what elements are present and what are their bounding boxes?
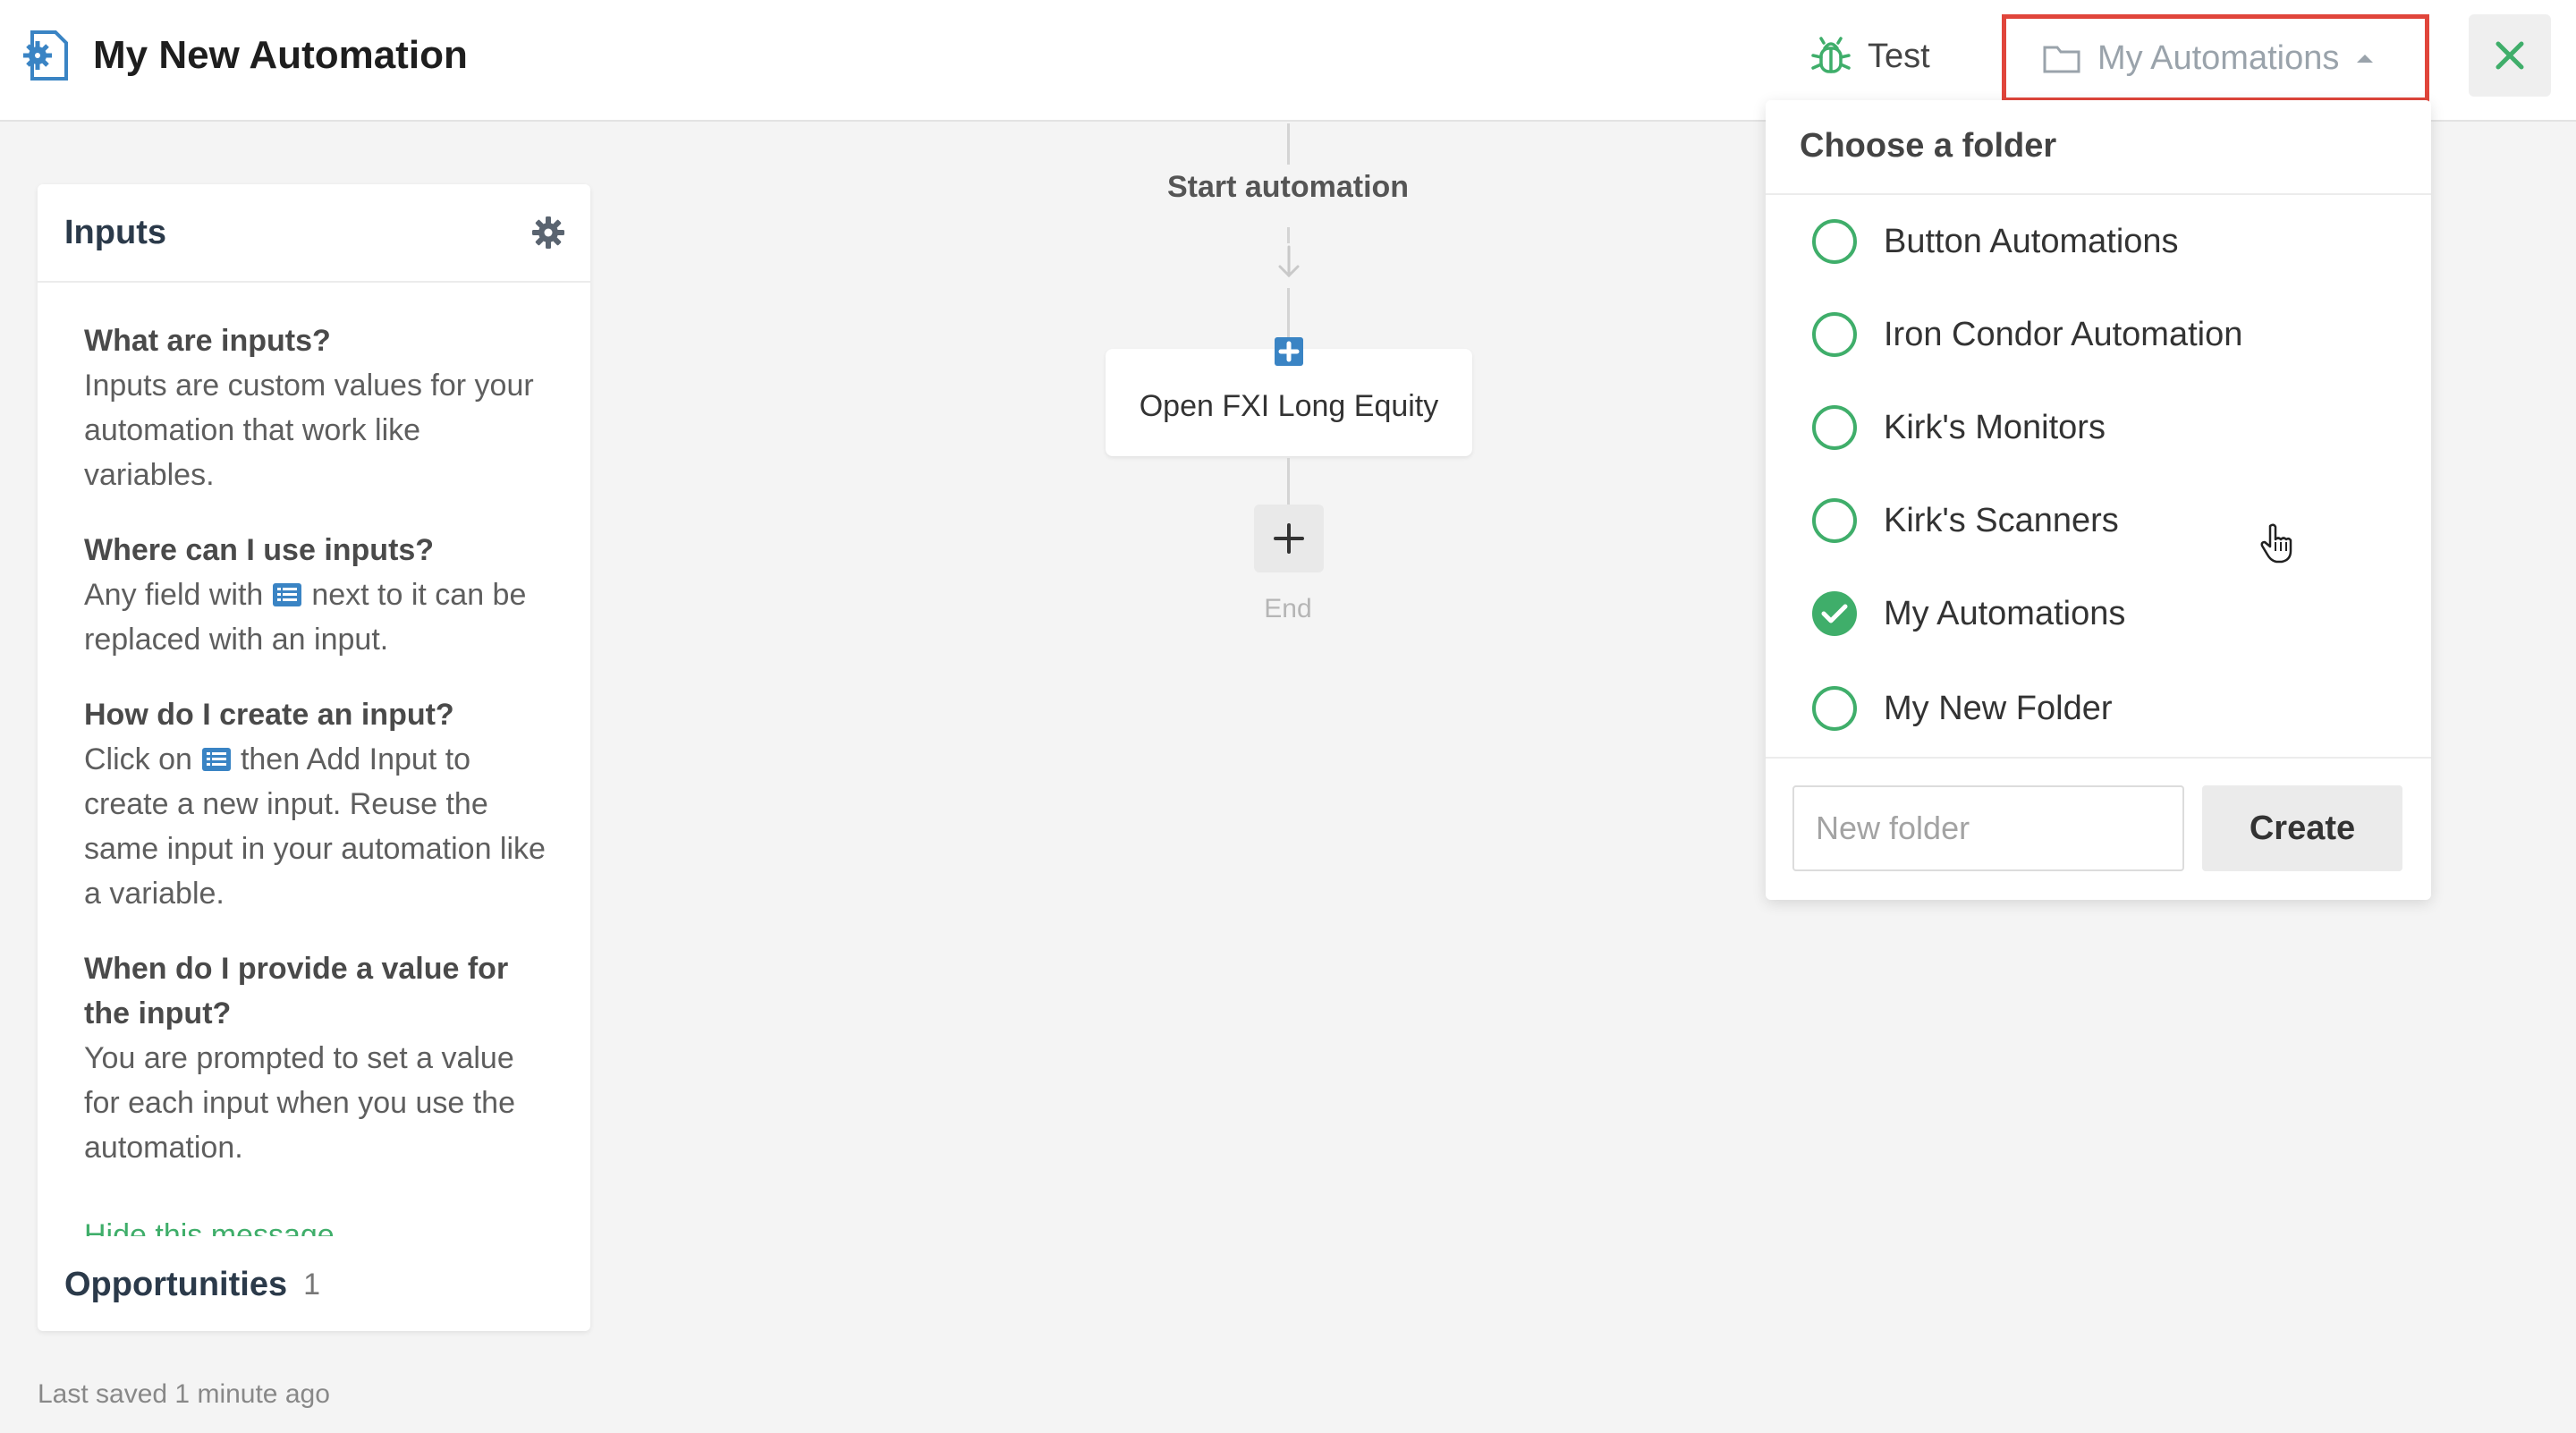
faq-answer: Click on then Add Input to create a new i… [84,737,549,916]
flow-connector [1287,288,1290,338]
folder-option-label: My New Folder [1884,689,2113,727]
radio-unchecked [1812,312,1857,357]
flow-step-label: Open FXI Long Equity [1139,389,1439,423]
inputs-panel: Inputs What are inputs? Inputs are custo… [38,184,590,1331]
faq-answer: Inputs are custom values for your automa… [84,369,534,492]
faq-answer: Any field with next to it can be replaced… [84,572,549,662]
bug-icon [1811,37,1851,73]
checkmark-icon [1821,604,1848,623]
test-label: Test [1868,37,1930,75]
folder-option-label: Iron Condor Automation [1884,315,2243,353]
folder-option-label: Button Automations [1884,222,2179,260]
arrow-down-icon [1278,245,1300,278]
radio-unchecked [1812,686,1857,731]
radio-unchecked [1812,498,1857,543]
faq-answer-start: Any field with [84,578,264,612]
new-folder-input[interactable] [1792,785,2184,871]
inputs-panel-title: Inputs [64,213,166,251]
folder-option-iron-condor-automation[interactable]: Iron Condor Automation [1812,308,2242,361]
plus-square-icon[interactable] [1274,336,1304,367]
folder-menu: Choose a folder Button Automations Iron … [1766,100,2431,900]
input-list-icon [201,748,231,771]
folder-option-button-automations[interactable]: Button Automations [1812,215,2179,268]
faq-answer: You are prompted to set a value for each… [84,1041,515,1165]
plus-icon [1274,523,1304,554]
hide-message-link[interactable]: Hide this message [84,1213,549,1236]
opportunities-label: Opportunities [64,1265,288,1303]
flow-connector [1287,227,1290,243]
flow-connector [1287,458,1290,505]
faq-item: What are inputs? Inputs are custom value… [84,318,549,497]
faq-question: When do I provide a value for the input? [84,952,509,1030]
folder-option-label: Kirk's Monitors [1884,408,2106,446]
close-icon [2496,41,2524,70]
folder-option-my-new-folder[interactable]: My New Folder [1812,682,2113,735]
folder-dropdown-label: My Automations [2097,38,2340,77]
radio-unchecked [1812,219,1857,264]
folder-dropdown[interactable]: My Automations [2002,14,2429,102]
folder-option-label: Kirk's Scanners [1884,501,2119,539]
faq-question: What are inputs? [84,324,331,358]
close-button[interactable] [2469,14,2551,97]
opportunities-count: 1 [303,1267,321,1302]
faq-item: When do I provide a value for the input?… [84,946,549,1170]
folder-menu-title: Choose a folder [1800,127,2057,165]
folder-option-kirks-monitors[interactable]: Kirk's Monitors [1812,401,2106,454]
page-title: My New Automation [93,33,468,77]
folder-option-kirks-scanners[interactable]: Kirk's Scanners [1812,494,2119,547]
faq-question: Where can I use inputs? [84,533,435,567]
radio-unchecked [1812,405,1857,450]
inputs-help: What are inputs? Inputs are custom value… [84,318,549,1213]
input-list-icon [273,583,302,606]
gear-icon[interactable] [531,216,565,250]
folder-icon [2043,46,2080,73]
start-automation-label: Start automation [1166,170,1410,204]
hand-pointer-cursor-icon [2260,523,2292,564]
faq-question: How do I create an input? [84,698,454,732]
faq-answer-start: Click on [84,742,192,776]
add-step-button[interactable] [1254,505,1324,572]
opportunities-section[interactable]: Opportunities 1 [64,1258,320,1311]
faq-item: Where can I use inputs? Any field with ne… [84,528,549,662]
folder-option-label: My Automations [1884,594,2126,632]
test-button[interactable]: Test [1810,29,1930,84]
last-saved-status: Last saved 1 minute ago [38,1379,330,1409]
caret-up-icon [2357,55,2374,63]
create-folder-button[interactable]: Create [2202,785,2402,871]
automation-gear-icon [23,30,68,81]
faq-item: How do I create an input? Click on then A… [84,692,549,916]
divider [1766,193,2431,195]
divider [1766,757,2431,759]
inputs-panel-header: Inputs [38,184,590,283]
folder-option-my-automations[interactable]: My Automations [1812,587,2125,640]
radio-checked [1812,591,1857,636]
flow-connector [1287,123,1290,165]
end-label: End [1264,594,1312,623]
